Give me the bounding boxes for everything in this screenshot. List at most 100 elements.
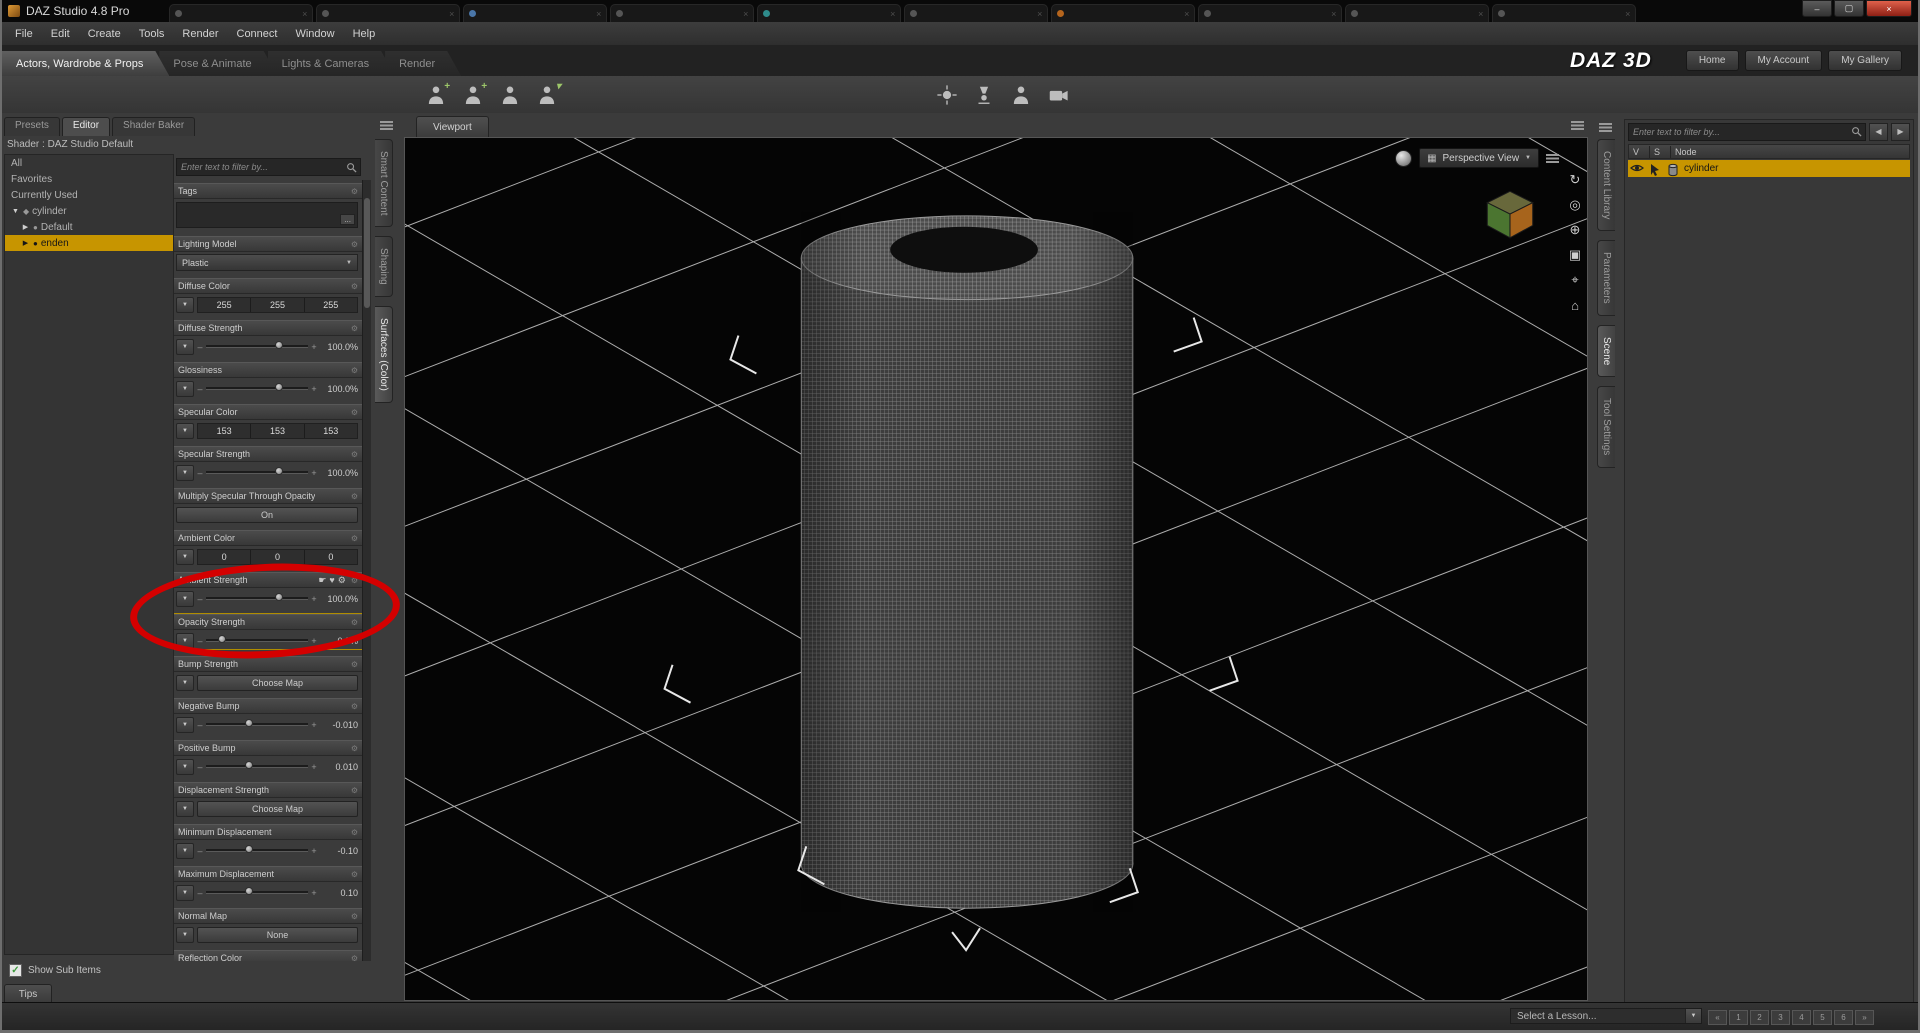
param-options-button[interactable]: ▼ <box>176 758 194 775</box>
menu-edit[interactable]: Edit <box>42 22 79 45</box>
side-tab-scene[interactable]: Scene <box>1597 325 1615 378</box>
menu-create[interactable]: Create <box>79 22 130 45</box>
param-options-button[interactable]: ▼ <box>176 884 194 901</box>
color-channel-value[interactable]: 255 <box>303 297 357 312</box>
wardrobe-icon[interactable]: + <box>459 81 487 108</box>
color-channel-value[interactable]: 255 <box>198 298 250 312</box>
gear-icon[interactable]: ⚙ <box>351 912 358 921</box>
param-options-button[interactable]: ▼ <box>176 590 194 607</box>
pane-menu-icon[interactable] <box>380 121 393 130</box>
viewport-3d[interactable]: ▦ Perspective View ▼ ↻ ◎ ⊕ ▣ ⌖ ⌂ <box>404 137 1588 1001</box>
displacement-strength-map-button[interactable]: Choose Map <box>197 800 358 817</box>
side-tab-surfaces-color[interactable]: Surfaces (Color) <box>375 306 393 403</box>
forward-icon[interactable]: ▶ <box>1891 122 1910 141</box>
column-node[interactable]: Node <box>1671 146 1909 158</box>
normal-map-map-button[interactable]: None <box>197 926 358 943</box>
gear-icon[interactable]: ⚙ <box>351 408 358 417</box>
viewport-canvas[interactable] <box>405 138 1587 1000</box>
color-channel-value[interactable]: 0 <box>198 550 250 564</box>
pager-next-icon[interactable]: » <box>1855 1010 1874 1025</box>
orbit-icon[interactable]: ↻ <box>1566 172 1584 188</box>
slider-knob[interactable] <box>275 593 284 601</box>
scene-filter-input[interactable] <box>1629 126 1851 137</box>
property-header-glossiness[interactable]: Glossiness ⚙ <box>174 362 362 378</box>
slider-value[interactable]: -0.010 <box>320 720 358 730</box>
lesson-selector[interactable]: Select a Lesson... ▼ <box>1510 1008 1702 1024</box>
show-sub-items-checkbox[interactable]: ✓ <box>9 964 22 977</box>
slider-decrease[interactable]: – <box>197 342 203 352</box>
bump-strength-map-button[interactable]: Choose Map <box>197 674 358 691</box>
activity-tab-lights-cameras[interactable]: Lights & Cameras <box>268 51 395 76</box>
gear-icon[interactable]: ⚙ <box>351 450 358 459</box>
left-tab-presets[interactable]: Presets <box>4 117 60 136</box>
gear-icon[interactable]: ⚙ <box>351 187 358 196</box>
side-tab-shaping[interactable]: Shaping <box>375 236 393 298</box>
selectable-icon[interactable] <box>1648 163 1662 176</box>
environment-icon[interactable]: ▾ <box>533 81 561 108</box>
slider-increase[interactable]: + <box>311 342 317 352</box>
slider-decrease[interactable]: – <box>197 888 203 898</box>
property-header-reflection-color[interactable]: Reflection Color ⚙ <box>174 950 362 961</box>
property-header-specular-color[interactable]: Specular Color ⚙ <box>174 404 362 420</box>
color-channel-value[interactable]: 153 <box>303 423 357 438</box>
pane-menu-icon[interactable] <box>1571 121 1584 130</box>
slider-decrease[interactable]: – <box>197 636 203 646</box>
property-header-opacity-strength[interactable]: Opacity Strength ⚙ <box>174 614 362 630</box>
slider-decrease[interactable]: – <box>197 846 203 856</box>
rotate-icon[interactable]: ◎ <box>1566 197 1584 213</box>
property-header-ambient-strength[interactable]: Ambient Strength ☛ ♥ ⚙ ⚙ <box>174 572 362 588</box>
distant-light-icon[interactable] <box>933 82 961 108</box>
slider-track[interactable] <box>206 845 308 853</box>
param-options-button[interactable]: ▼ <box>176 716 194 733</box>
left-tab-shader-baker[interactable]: Shader Baker <box>112 117 196 136</box>
home-icon[interactable]: ⌂ <box>1566 297 1584 313</box>
browser-item-currently-used[interactable]: Currently Used <box>5 187 173 203</box>
slider-knob[interactable] <box>244 887 253 895</box>
viewport-tab[interactable]: Viewport <box>416 116 489 137</box>
gear-icon[interactable]: ⚙ <box>351 492 358 501</box>
property-header-diffuse-strength[interactable]: Diffuse Strength ⚙ <box>174 320 362 336</box>
tree-node-default[interactable]: ▶ ● Default <box>5 219 173 235</box>
param-options-button[interactable]: ▼ <box>176 548 194 565</box>
gear-icon[interactable]: ⚙ <box>351 282 358 291</box>
slider-track[interactable] <box>206 761 308 769</box>
slider-knob[interactable] <box>244 719 253 727</box>
column-v[interactable]: V <box>1629 145 1650 158</box>
slider-increase[interactable]: + <box>311 468 317 478</box>
param-options-button[interactable]: ▼ <box>176 926 194 943</box>
slider-knob[interactable] <box>275 383 284 391</box>
slider-value[interactable]: 100.0% <box>320 594 358 604</box>
slider-increase[interactable]: + <box>311 720 317 730</box>
slider-track[interactable] <box>206 467 308 475</box>
expand-icon[interactable]: ▼ <box>11 208 20 215</box>
slider-increase[interactable]: + <box>311 846 317 856</box>
multiply-specular-through-opacity-button[interactable]: On <box>176 506 358 523</box>
pointer-icon[interactable]: ☛ <box>318 575 326 586</box>
pager-prev-icon[interactable]: « <box>1708 1010 1727 1025</box>
property-header-minimum-displacement[interactable]: Minimum Displacement ⚙ <box>174 824 362 840</box>
side-tab-tool-settings[interactable]: Tool Settings <box>1597 386 1615 468</box>
gear-icon[interactable]: ⚙ <box>351 366 358 375</box>
view-cube[interactable] <box>1479 182 1541 244</box>
slider-track[interactable] <box>206 341 308 349</box>
property-header-lighting-model[interactable]: Lighting Model ⚙ <box>174 236 362 252</box>
home-button[interactable]: Home <box>1685 50 1739 71</box>
my-gallery-button[interactable]: My Gallery <box>1828 50 1902 71</box>
slider-value[interactable]: 100.0% <box>320 342 358 352</box>
scrollbar-thumb[interactable] <box>364 198 370 308</box>
gear-icon[interactable]: ⚙ <box>351 240 358 249</box>
slider-track[interactable] <box>206 887 308 895</box>
menu-window[interactable]: Window <box>286 22 343 45</box>
slider-track[interactable] <box>206 719 308 727</box>
property-header-normal-map[interactable]: Normal Map ⚙ <box>174 908 362 924</box>
activity-tab-actors-wardrobe-props[interactable]: Actors, Wardrobe & Props <box>2 51 169 76</box>
slider-value[interactable]: 100.0% <box>320 468 358 478</box>
param-options-button[interactable]: ▼ <box>176 674 194 691</box>
pane-menu-icon[interactable] <box>1599 123 1612 132</box>
side-tab-content-library[interactable]: Content Library <box>1597 139 1615 232</box>
menu-help[interactable]: Help <box>344 22 385 45</box>
param-options-button[interactable]: ▼ <box>176 632 194 649</box>
menu-file[interactable]: File <box>6 22 42 45</box>
color-channel-value[interactable]: 0 <box>303 549 357 564</box>
render-camera-icon[interactable] <box>1044 82 1072 108</box>
